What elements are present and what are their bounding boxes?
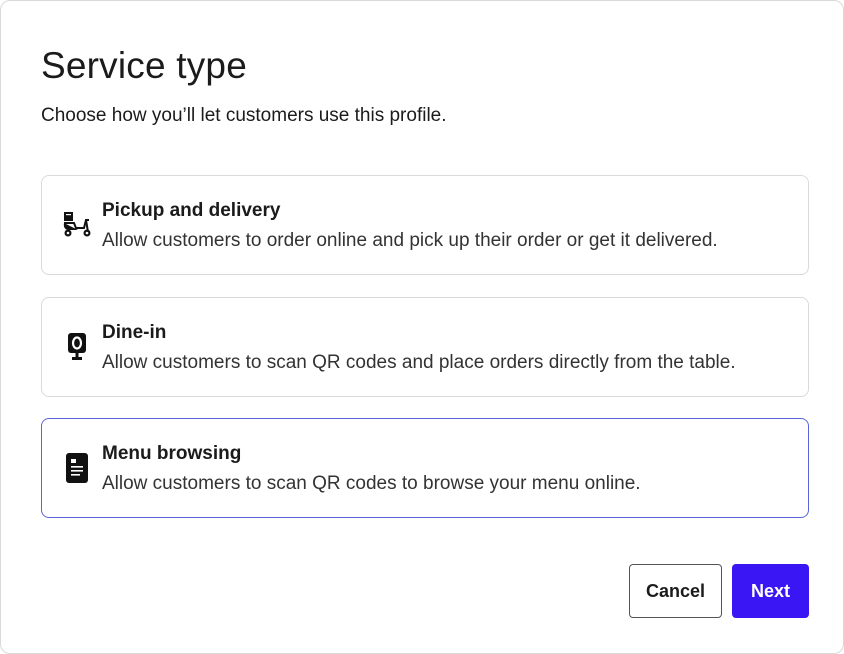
option-title: Dine-in <box>102 322 167 343</box>
option-title: Pickup and delivery <box>102 200 281 221</box>
cancel-button[interactable]: Cancel <box>629 564 722 618</box>
table-stand-icon <box>60 330 94 364</box>
option-dine-in[interactable]: Dine-in Allow customers to scan QR codes… <box>41 297 809 397</box>
option-pickup-and-delivery[interactable]: Pickup and delivery Allow customers to o… <box>41 175 809 275</box>
scooter-delivery-icon <box>60 208 94 242</box>
option-description: Allow customers to scan QR codes to brow… <box>102 473 641 494</box>
option-menu-browsing[interactable]: Menu browsing Allow customers to scan QR… <box>41 418 809 518</box>
service-type-dialog: Service type Choose how you’ll let custo… <box>0 0 844 654</box>
option-title: Menu browsing <box>102 443 242 464</box>
next-button[interactable]: Next <box>732 564 809 618</box>
option-description: Allow customers to scan QR codes and pla… <box>102 352 736 373</box>
option-description: Allow customers to order online and pick… <box>102 230 718 251</box>
dialog-subtitle: Choose how you’ll let customers use this… <box>41 105 447 126</box>
menu-document-icon <box>60 451 94 485</box>
dialog-title: Service type <box>41 45 247 86</box>
